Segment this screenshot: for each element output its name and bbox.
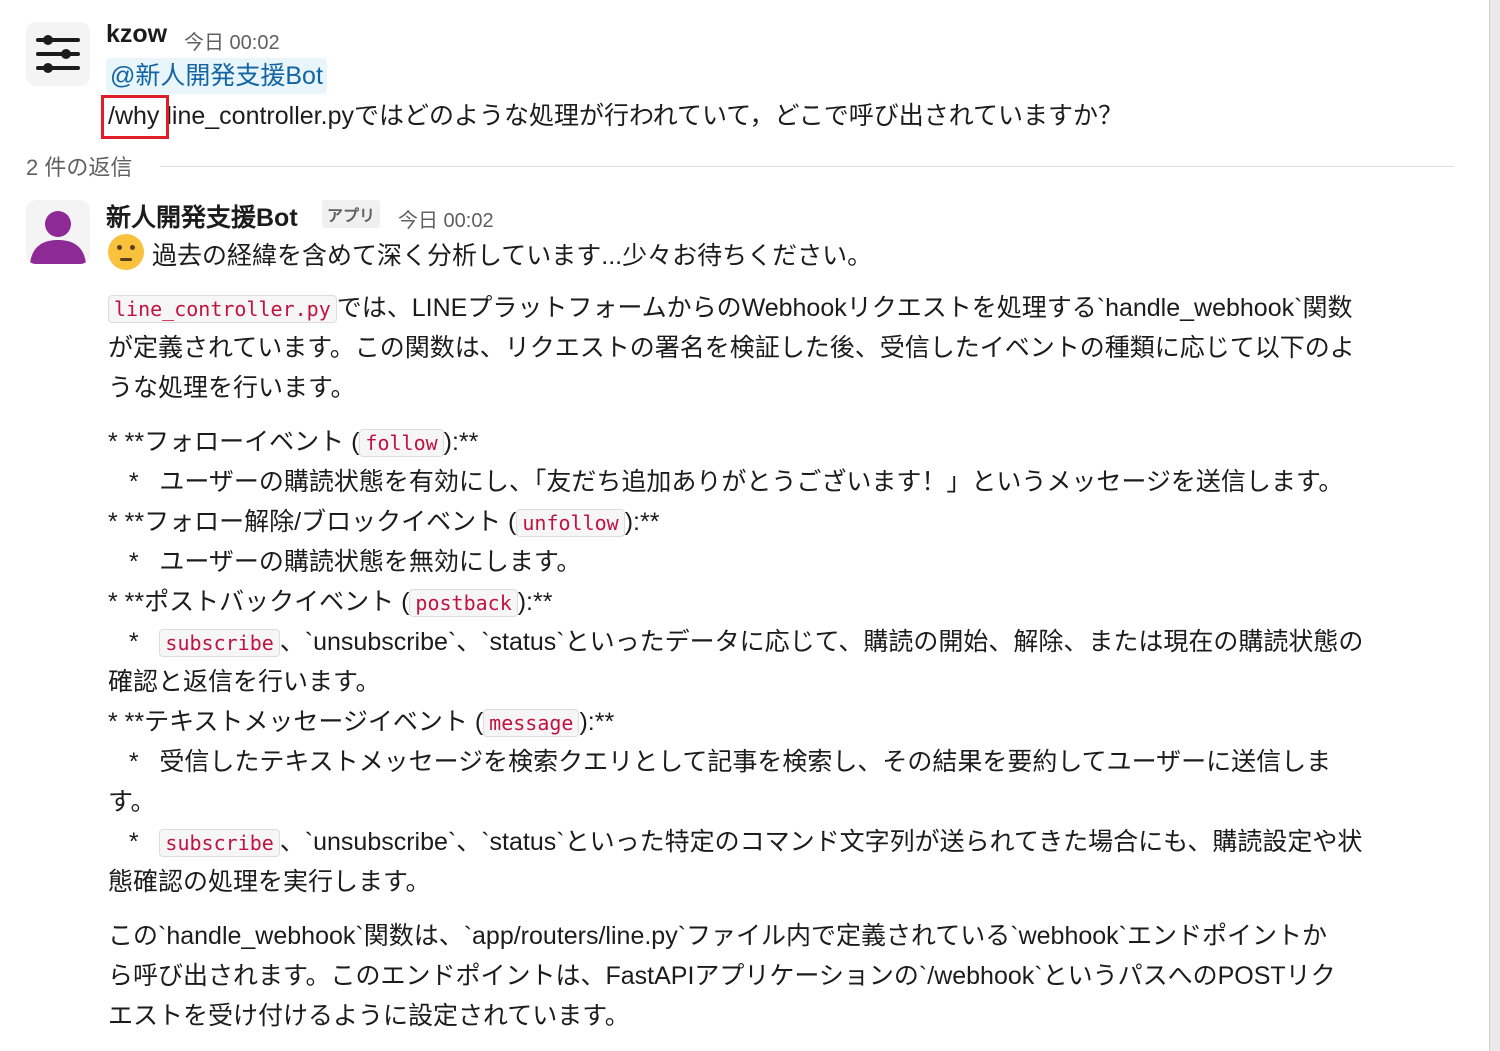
inline-code: subscribe [159,629,280,657]
question-text: /why line_controller.pyではどのような処理が行われていて，… [108,96,1123,136]
bullet-message-sub1-cont: す。 [108,788,156,816]
inline-code: follow [359,429,444,457]
bullet-message-sub1: * 受信したテキストメッセージを検索クエリとして記事を検索し、その結果を要約して… [108,748,1332,776]
inline-code: line_controller.py [108,295,337,323]
bullet-marker: * [108,628,160,656]
inline-code: subscribe [159,829,280,857]
bullet-marker: * [108,828,160,856]
app-badge: アプリ [322,200,381,228]
bullet-unfollow: * **フォロー解除/ブロックイベント (unfollow):** [108,502,659,543]
answer-author[interactable]: 新人開発支援Bot [106,198,298,234]
command-highlight-box [101,95,169,139]
answer-time[interactable]: 今日 00:02 [398,204,494,233]
question-time[interactable]: 今日 00:02 [184,26,280,55]
bullet-text: ):** [443,428,479,456]
inline-code: postback [409,589,518,617]
scrollbar[interactable] [1489,0,1500,1051]
bullet-postback-sub-cont: 確認と返信を行います。 [108,668,381,696]
user-silhouette-icon[interactable] [26,200,90,264]
bullet-message-sub2-cont: 態確認の処理を実行します。 [108,868,431,896]
bullet-text: * **フォローイベント ( [108,428,360,456]
bullet-text: 、`unsubscribe`、`status`といったデータに応じて、購読の開始… [279,628,1364,656]
bullet-unfollow-sub: * ユーザーの購読状態を無効にします。 [108,548,582,576]
bullet-message: * **テキストメッセージイベント (message):** [108,702,614,743]
bullet-text: * **テキストメッセージイベント ( [108,708,484,736]
bullet-text: * **ポストバックイベント ( [108,588,410,616]
status-line: 過去の経緯を含めて深く分析しています...少々お待ちください。 [108,234,872,276]
bullet-text: 、`unsubscribe`、`status`といった特定のコマンド文字列が送ら… [279,828,1363,856]
p2-line2: ら呼び出されます。このエンドポイントは、FastAPIアプリケーションの`/we… [108,962,1336,990]
bullet-text: ):** [579,708,615,736]
thinking-face-icon [108,234,144,270]
p1-line1: line_controller.py では、LINEプラットフォームからのWebh… [108,288,1352,329]
p2-line1: この`handle_webhook`関数は、`app/routers/line.… [108,922,1328,950]
p2-line3: エストを受け付けるように設定されています。 [108,1002,630,1030]
question-body: line_controller.pyではどのような処理が行われていて，どこで呼び… [166,102,1123,130]
bot-mention[interactable]: @新人開発支援Bot [106,58,327,94]
sliders-icon[interactable] [26,22,90,86]
bullet-text: ):** [624,508,660,536]
bullet-message-sub2: * subscribe 、`unsubscribe`、`status`といった特定… [108,822,1362,863]
bullet-postback-sub: * subscribe 、`unsubscribe`、`status`といったデー… [108,622,1363,663]
p1-text1: では、LINEプラットフォームからのWebhookリクエストを処理する`hand… [336,294,1353,322]
inline-code: message [483,709,580,737]
bullet-follow: * **フォローイベント (follow):** [108,422,478,463]
replies-divider [160,166,1454,167]
p1-line3: うな処理を行います。 [108,374,356,402]
bullet-text: * **フォロー解除/ブロックイベント ( [108,508,517,536]
p1-line2: が定義されています。この関数は、リクエストの署名を検証した後、受信したイベントの… [108,334,1355,362]
inline-code: unfollow [516,509,625,537]
status-text: 過去の経緯を含めて深く分析しています...少々お待ちください。 [152,242,873,270]
bullet-follow-sub: * ユーザーの購読状態を有効にし、「友だち追加ありがとうございます！」というメッ… [108,468,1344,496]
reply-count[interactable]: 2 件の返信 [26,150,132,182]
bullet-text: ):** [517,588,553,616]
bullet-postback: * **ポストバックイベント (postback):** [108,582,552,623]
question-author[interactable]: kzow [106,20,167,49]
